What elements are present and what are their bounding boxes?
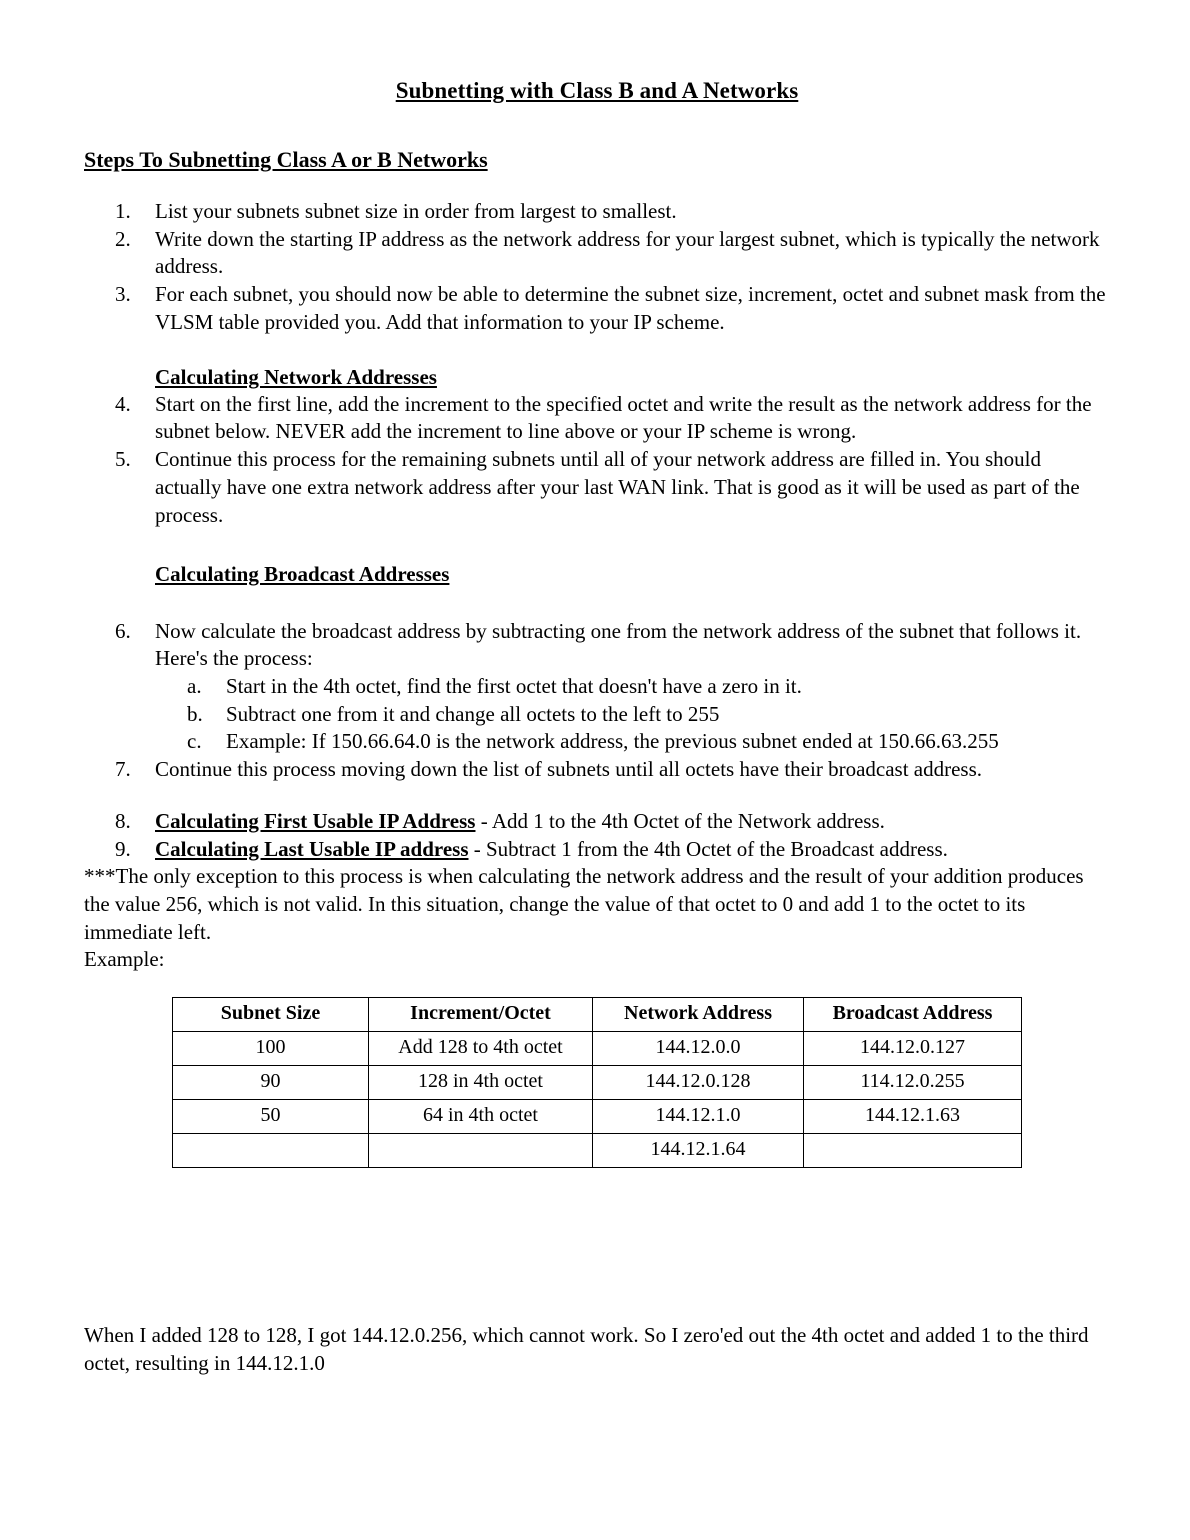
list-item-text: Start on the first line, add the increme… [155,391,1092,444]
cell-increment-octet: 64 in 4th octet [368,1099,593,1135]
list-item-text: Example: If 150.66.64.0 is the network a… [226,729,999,754]
steps-list-part-two: 4. Start on the first line, add the incr… [84,391,1110,530]
table-row: 144.12.1.64 [172,1133,1022,1169]
list-item: 3. For each subnet, you should now be ab… [84,281,1110,336]
cell-network-address: 144.12.0.0 [592,1031,804,1067]
list-item: 5. Continue this process for the remaini… [84,446,1110,529]
exception-note: ***The only exception to this process is… [84,864,1084,944]
column-header-broadcast-address: Broadcast Address [803,997,1022,1033]
cell-broadcast-address: 114.12.0.255 [803,1065,1022,1101]
list-item-text: For each subnet, you should now be able … [155,281,1106,334]
cell-increment-octet [368,1133,593,1169]
list-marker: 4. [115,391,131,416]
list-item-text: - Add 1 to the 4th Octet of the Network … [475,808,885,833]
list-marker: 8. [115,808,131,833]
sub-steps-container: a. Start in the 4th octet, find the firs… [155,673,1110,756]
list-item: 9. Calculating Last Usable IP address - … [84,836,1110,864]
cell-subnet-size: 100 [172,1031,369,1067]
steps-list-part-four: 7. Continue this process moving down the… [84,756,1110,784]
list-marker: 1. [115,198,131,223]
subheading-calculating-broadcast-addresses: Calculating Broadcast Addresses [155,562,450,587]
list-marker: c. [187,729,202,754]
table-row: 50 64 in 4th octet 144.12.1.0 144.12.1.6… [172,1099,1022,1135]
cell-network-address: 144.12.0.128 [592,1065,804,1101]
cell-subnet-size: 50 [172,1099,369,1135]
subheading-calculating-network-addresses: Calculating Network Addresses [155,365,437,390]
list-item-text: Start in the 4th octet, find the first o… [226,673,802,698]
cell-broadcast-address: 144.12.1.63 [803,1099,1022,1135]
list-item-text: Now calculate the broadcast address by s… [155,618,1082,671]
cell-broadcast-address [803,1133,1022,1169]
usable-ip-list: 8. Calculating First Usable IP Address -… [84,808,1110,863]
list-item-text: Subtract one from it and change all octe… [226,701,720,726]
list-item-emphasis: Calculating Last Usable IP address [155,836,469,861]
list-item-emphasis: Calculating First Usable IP Address [155,808,476,833]
list-item: 6. Now calculate the broadcast address b… [84,618,1110,673]
list-marker: a. [187,673,202,698]
list-item: 7. Continue this process moving down the… [84,756,1110,784]
cell-subnet-size: 90 [172,1065,369,1101]
example-label: Example: [84,947,165,972]
column-header-network-address: Network Address [592,997,804,1033]
steps-list-part-three: 6. Now calculate the broadcast address b… [84,618,1110,673]
page-title: Subnetting with Class B and A Networks [395,78,799,103]
list-item-text: Continue this process moving down the li… [155,757,983,782]
cell-network-address: 144.12.1.0 [592,1099,804,1135]
list-marker: 3. [115,281,131,306]
section-heading-steps: Steps To Subnetting Class A or B Network… [84,147,488,173]
list-item: 1. List your subnets subnet size in orde… [84,198,1110,226]
list-marker: b. [187,701,203,726]
sub-steps-list: a. Start in the 4th octet, find the firs… [155,673,1110,756]
list-item-text: List your subnets subnet size in order f… [155,198,677,223]
column-header-increment-octet: Increment/Octet [368,997,593,1033]
table-row: 90 128 in 4th octet 144.12.0.128 114.12.… [172,1065,1022,1101]
list-item-text: - Subtract 1 from the 4th Octet of the B… [468,836,948,861]
steps-list-part-one: 1. List your subnets subnet size in orde… [84,198,1110,337]
list-marker: 6. [115,618,131,643]
list-marker: 5. [115,447,131,472]
list-item: c. Example: If 150.66.64.0 is the networ… [155,728,1110,756]
cell-network-address: 144.12.1.64 [592,1133,804,1169]
list-item-text: Write down the starting IP address as th… [155,226,1100,279]
table-header-row: Subnet Size Increment/Octet Network Addr… [172,997,1022,1033]
table-row: 100 Add 128 to 4th octet 144.12.0.0 144.… [172,1031,1022,1067]
cell-subnet-size [172,1133,369,1169]
list-marker: 7. [115,757,131,782]
list-item: b. Subtract one from it and change all o… [155,701,1110,729]
footnote-text: When I added 128 to 128, I got 144.12.0.… [84,1323,1089,1375]
document-page: Subnetting with Class B and A Networks S… [0,0,1190,1540]
column-header-subnet-size: Subnet Size [172,997,369,1033]
list-item: a. Start in the 4th octet, find the firs… [155,673,1110,701]
cell-broadcast-address: 144.12.0.127 [803,1031,1022,1067]
list-item: 8. Calculating First Usable IP Address -… [84,808,1110,836]
cell-increment-octet: Add 128 to 4th octet [368,1031,593,1067]
example-table: Subnet Size Increment/Octet Network Addr… [172,997,1022,1169]
list-item-text: Continue this process for the remaining … [155,447,1080,527]
list-item: 2. Write down the starting IP address as… [84,226,1110,281]
cell-increment-octet: 128 in 4th octet [368,1065,593,1101]
list-item: 4. Start on the first line, add the incr… [84,391,1110,446]
list-marker: 9. [115,836,131,861]
list-marker: 2. [115,226,131,251]
